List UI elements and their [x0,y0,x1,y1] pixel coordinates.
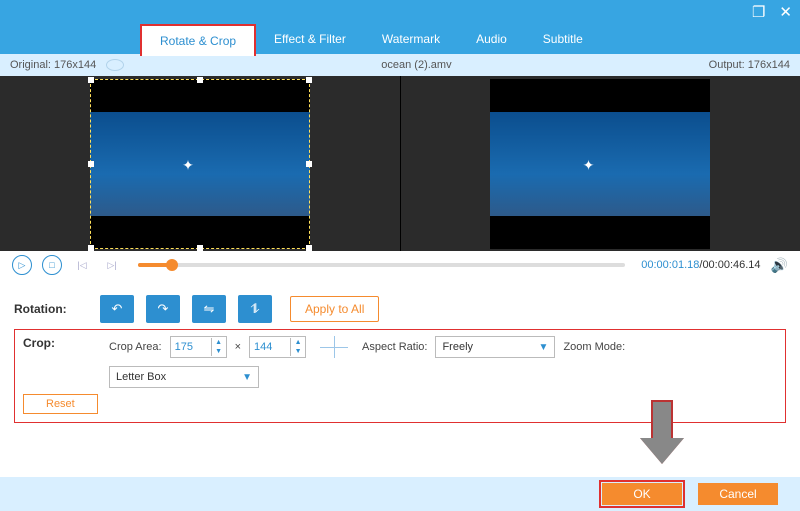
time-display: 00:00:01.18/00:00:46.14 [641,259,760,271]
crop-area-label: Crop Area: [109,341,162,353]
output-pane: ✦ [400,76,800,251]
window-close-icon[interactable]: ✕ [779,3,792,21]
preview-area: ✦ ✦ [0,76,800,251]
original-size-label: Original: 176x144 [10,59,96,71]
aspect-ratio-select[interactable]: Freely▼ [435,336,555,358]
crop-handle[interactable] [306,245,312,251]
annotation-arrow-icon [640,400,684,464]
source-video-frame[interactable]: ✦ [90,79,310,249]
rotation-row: Rotation: ↶ ↷ ⇋ ⥮ Apply to All [14,295,786,323]
crop-height-field[interactable]: ▲▼ [249,336,306,358]
output-size-label: Output: 176x144 [709,59,790,71]
rotate-left-button[interactable]: ↶ [100,295,134,323]
chevron-down-icon: ▼ [242,372,252,383]
source-pane: ✦ [0,76,400,251]
reset-button[interactable]: Reset [23,394,98,414]
flip-vertical-button[interactable]: ⥮ [238,295,272,323]
titlebar: ❐ ✕ [0,0,800,24]
crop-handle[interactable] [197,245,203,251]
next-frame-button[interactable]: ▷| [102,255,122,275]
crop-width-field[interactable]: ▲▼ [170,336,227,358]
footer-bar: OK Cancel [0,477,800,511]
width-down-icon[interactable]: ▼ [212,347,226,356]
aspect-ratio-label: Aspect Ratio: [362,341,427,353]
stop-button[interactable]: □ [42,255,62,275]
prev-frame-button[interactable]: |◁ [72,255,92,275]
info-bar: Original: 176x144 ocean (2).amv Output: … [0,54,800,76]
tab-bar: Rotate & Crop Effect & Filter Watermark … [0,24,800,54]
crop-handle[interactable] [88,245,94,251]
zoom-mode-select[interactable]: Letter Box▼ [109,366,259,388]
apply-to-all-button[interactable]: Apply to All [290,296,379,322]
crop-handle[interactable] [197,77,203,83]
tab-subtitle[interactable]: Subtitle [525,24,601,54]
center-crop-icon[interactable] [320,336,348,358]
transport-bar: ▷ □ |◁ ▷| 00:00:01.18/00:00:46.14 🔊 [0,251,800,279]
crop-height-input[interactable] [250,341,290,353]
height-up-icon[interactable]: ▲ [291,338,305,347]
flip-horizontal-button[interactable]: ⇋ [192,295,226,323]
crop-label: Crop: [23,336,109,350]
timeline-slider[interactable] [138,263,625,267]
window-restore-icon[interactable]: ❐ [752,3,765,21]
times-label: × [235,341,241,353]
width-up-icon[interactable]: ▲ [212,338,226,347]
crop-rectangle[interactable] [90,79,310,249]
play-button[interactable]: ▷ [12,255,32,275]
volume-icon[interactable]: 🔊 [771,257,788,274]
crop-width-input[interactable] [171,341,211,353]
tab-audio[interactable]: Audio [458,24,525,54]
chevron-down-icon: ▼ [539,342,549,353]
timeline-knob[interactable] [166,259,178,271]
preview-toggle-icon[interactable] [106,59,124,71]
crop-handle[interactable] [306,161,312,167]
crop-handle[interactable] [306,77,312,83]
zoom-mode-label: Zoom Mode: [563,341,625,353]
output-video-frame: ✦ [490,79,710,249]
rotate-right-button[interactable]: ↷ [146,295,180,323]
rotation-label: Rotation: [14,302,100,316]
tab-rotate-crop[interactable]: Rotate & Crop [140,24,256,56]
ok-button[interactable]: OK [602,483,682,505]
tab-watermark[interactable]: Watermark [364,24,458,54]
height-down-icon[interactable]: ▼ [291,347,305,356]
crop-handle[interactable] [88,161,94,167]
crop-handle[interactable] [88,77,94,83]
tab-effect-filter[interactable]: Effect & Filter [256,24,364,54]
cancel-button[interactable]: Cancel [698,483,778,505]
filename-label: ocean (2).amv [124,59,708,71]
